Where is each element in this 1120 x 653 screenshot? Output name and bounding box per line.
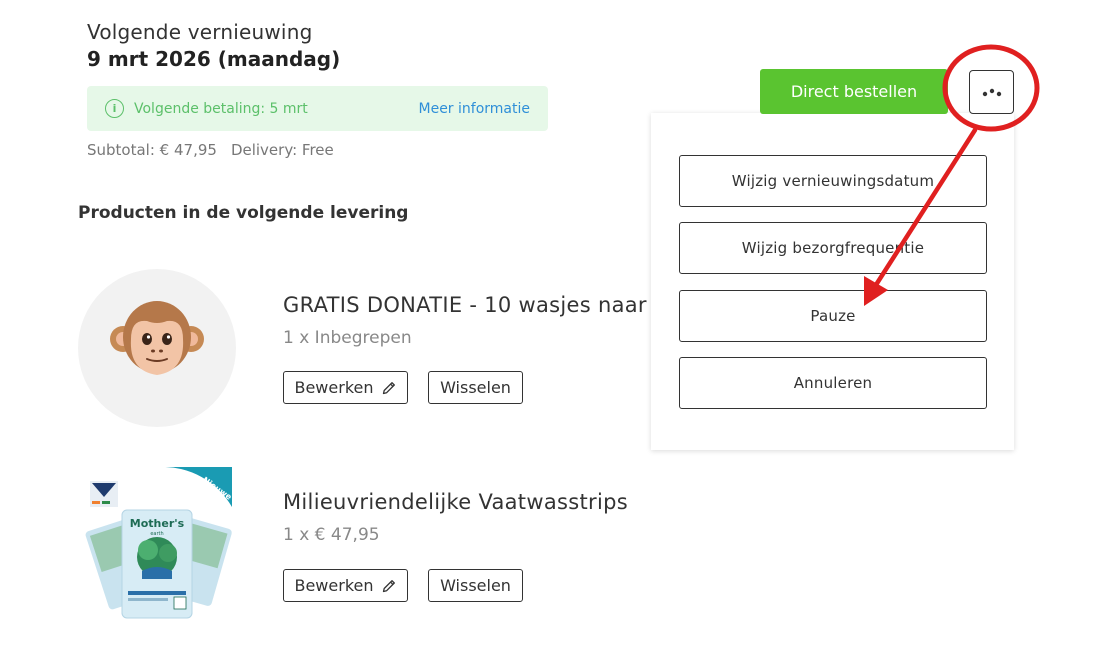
cancel-subscription-button[interactable]: Annuleren <box>679 357 987 409</box>
edit-button[interactable]: Bewerken <box>283 569 408 602</box>
swap-button[interactable]: Wisselen <box>428 371 523 404</box>
section-title: Producten in de volgende levering <box>78 203 409 223</box>
change-delivery-frequency-button[interactable]: Wijzig bezorgfrequentie <box>679 222 987 274</box>
more-options-button[interactable] <box>969 70 1014 114</box>
renewal-date: 9 mrt 2026 (maandag) <box>87 47 341 71</box>
delivery: Delivery: Free <box>230 141 334 159</box>
package-brand-text: Mother's <box>130 517 185 530</box>
swap-button[interactable]: Wisselen <box>428 569 523 602</box>
product-image: Nieuwe verpakking Mother's earth <box>82 467 234 622</box>
change-renewal-date-button[interactable]: Wijzig vernieuwingsdatum <box>679 155 987 207</box>
payment-text: Volgende betaling: 5 mrt <box>134 100 308 117</box>
package-sub-text: earth <box>150 531 163 537</box>
product-quantity: 1 x € 47,95 <box>283 525 380 545</box>
actions-dropdown: Wijzig vernieuwingsdatum Wijzig bezorgfr… <box>651 113 1014 450</box>
pause-button[interactable]: Pauze <box>679 290 987 342</box>
product-item: GRATIS DONATIE - 10 wasjes naar 1 x Inbe… <box>78 269 678 429</box>
subtotal: Subtotal: € 47,95 <box>87 141 217 159</box>
monkey-emoji <box>109 293 205 404</box>
payment-banner: i Volgende betaling: 5 mrt Meer informat… <box>87 86 548 131</box>
product-image <box>78 269 236 427</box>
more-info-link[interactable]: Meer informatie <box>419 101 531 117</box>
info-icon: i <box>105 99 124 118</box>
product-quantity: 1 x Inbegrepen <box>283 328 412 348</box>
edit-label: Bewerken <box>294 378 374 397</box>
pencil-icon <box>381 380 397 396</box>
renewal-label: Volgende vernieuwing <box>87 20 313 44</box>
product-name[interactable]: Milieuvriendelijke Vaatwasstrips <box>283 490 628 514</box>
order-totals: Subtotal: € 47,95 Delivery: Free <box>87 141 334 159</box>
ellipsis-icon <box>981 83 1003 102</box>
product-name[interactable]: GRATIS DONATIE - 10 wasjes naar <box>283 293 647 317</box>
pencil-icon <box>381 578 397 594</box>
order-now-button[interactable]: Direct bestellen <box>760 69 948 114</box>
product-item: Nieuwe verpakking Mother's earth Milieuv… <box>78 467 678 627</box>
edit-button[interactable]: Bewerken <box>283 371 408 404</box>
edit-label: Bewerken <box>294 576 374 595</box>
